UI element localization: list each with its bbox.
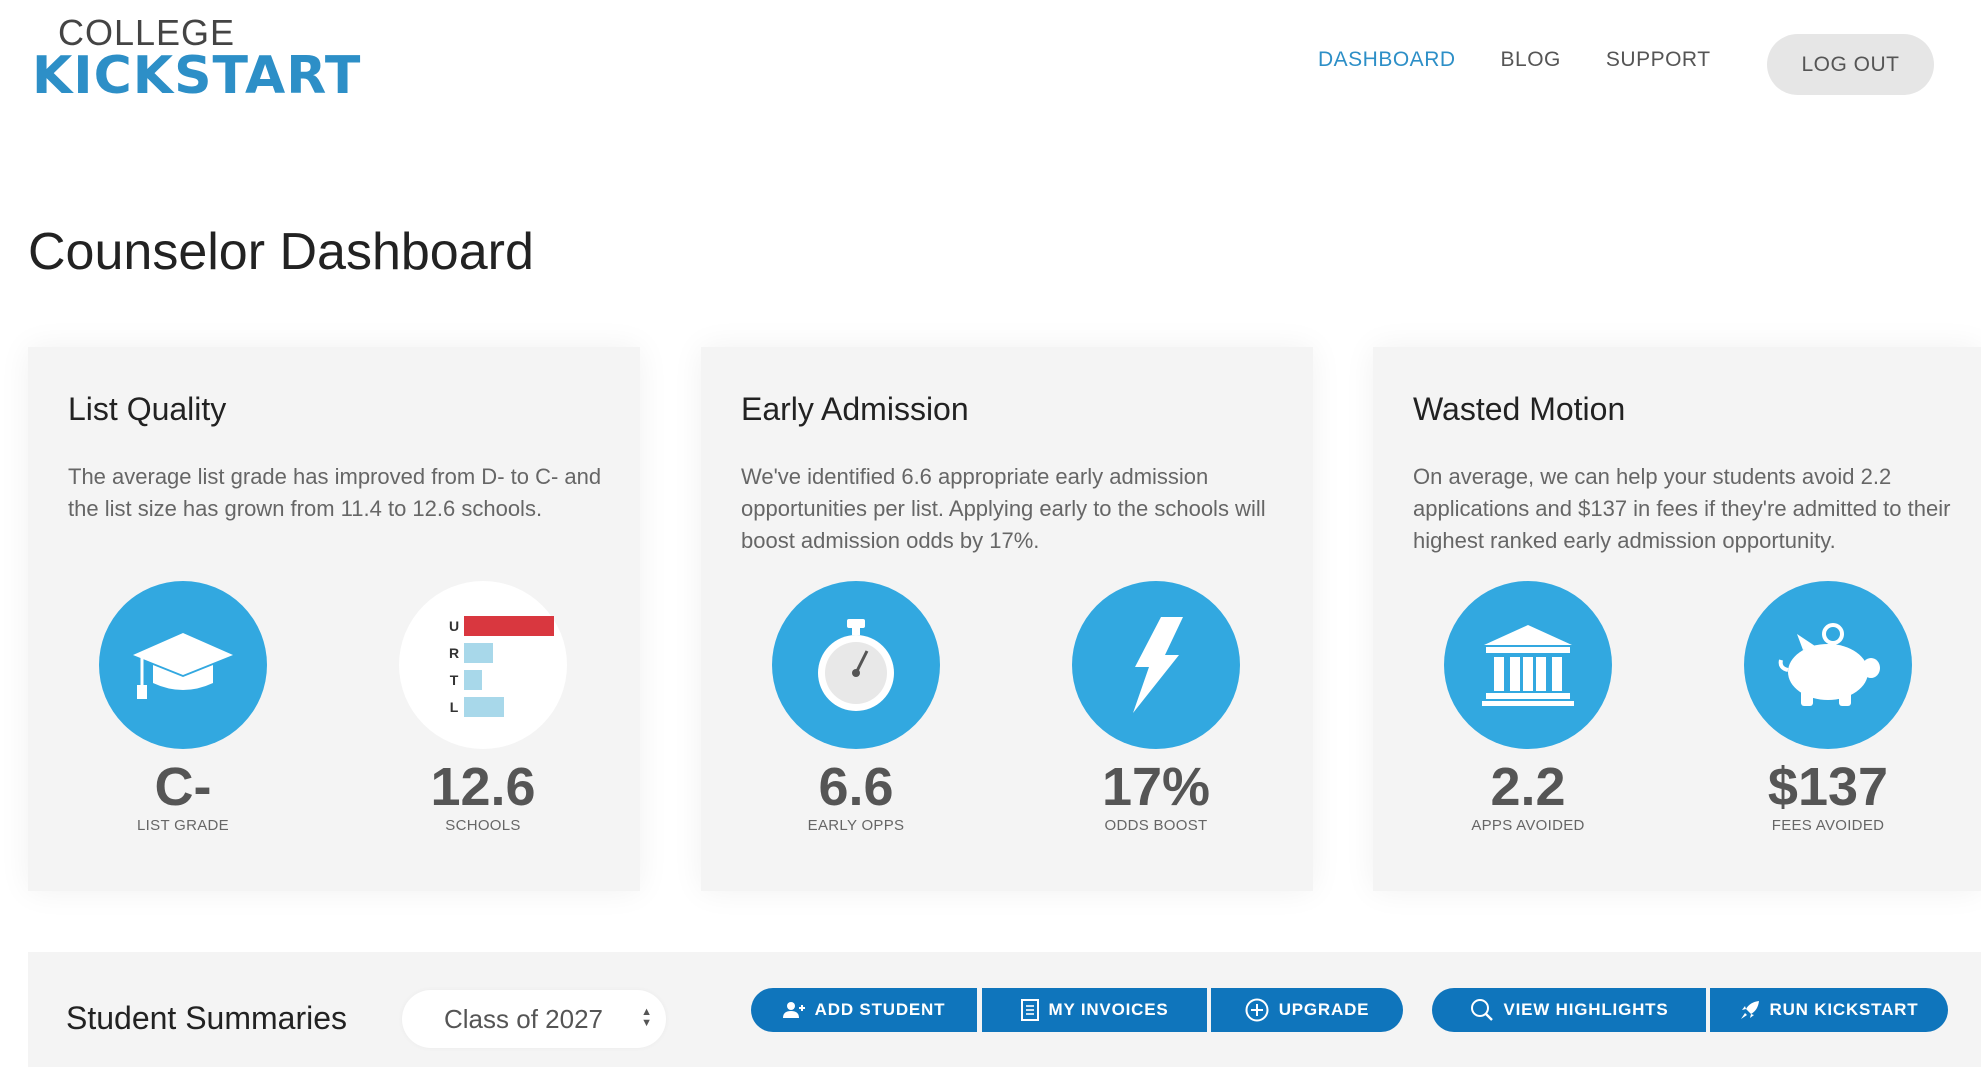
card-description: We've identified 6.6 appropriate early a… xyxy=(741,464,1266,553)
urtl-bar-letter: R xyxy=(448,645,460,661)
metric-label: ODDS BOOST xyxy=(1104,817,1208,834)
metric-label: FEES AVOIDED xyxy=(1771,817,1885,834)
add-user-icon xyxy=(782,1001,805,1019)
urtl-bar xyxy=(464,643,493,663)
metric-label: SCHOOLS xyxy=(445,817,521,834)
graduation-cap-icon xyxy=(99,581,267,749)
card-title: Early Admission xyxy=(741,391,969,427)
card-description: On average, we can help your students av… xyxy=(1413,464,1951,553)
urtl-bar-letter: L xyxy=(449,699,459,715)
urtl-bar-row: U xyxy=(444,615,554,637)
add-student-label: ADD STUDENT xyxy=(814,1000,946,1019)
add-student-button[interactable]: ADD STUDENT xyxy=(751,988,977,1032)
wasted-motion-card: Wasted Motion On average, we can help yo… xyxy=(1373,347,1981,891)
metric-value: 12.6 xyxy=(430,757,536,817)
early-admission-card: Early Admission We've identified 6.6 app… xyxy=(701,347,1313,891)
rocket-icon xyxy=(1740,1000,1760,1020)
run-kickstart-label: RUN KICKSTART xyxy=(1769,1000,1919,1019)
main-nav: DASHBOARD BLOG SUPPORT xyxy=(1318,48,1756,72)
lightning-bolt-icon xyxy=(1072,581,1240,749)
document-icon xyxy=(1020,999,1039,1021)
class-select-value: Class of 2027 xyxy=(444,1003,603,1034)
urtl-bar-chart-icon: URTL xyxy=(399,581,567,749)
card-description: The average list grade has improved from… xyxy=(68,464,602,521)
urtl-bar-letter: U xyxy=(448,618,460,634)
card-title: List Quality xyxy=(68,391,227,427)
metric-label: EARLY OPPS xyxy=(807,817,905,834)
urtl-bar xyxy=(464,616,554,636)
metric-label: LIST GRADE xyxy=(137,817,229,834)
metric-list-grade: C- LIST GRADE xyxy=(99,581,267,834)
select-arrows-icon: ▲ ▼ xyxy=(641,1006,652,1029)
metric-value: 2.2 xyxy=(1490,757,1566,817)
my-invoices-label: MY INVOICES xyxy=(1048,1000,1169,1019)
run-kickstart-button[interactable]: RUN KICKSTART xyxy=(1710,988,1948,1032)
site-header: COLLEGE KICKSTART DASHBOARD BLOG SUPPORT… xyxy=(0,0,1981,130)
stopwatch-icon xyxy=(772,581,940,749)
logout-button[interactable]: LOG OUT xyxy=(1767,34,1934,95)
metric-odds-boost: 17% ODDS BOOST xyxy=(1072,581,1240,834)
my-invoices-button[interactable]: MY INVOICES xyxy=(982,988,1207,1032)
upgrade-label: UPGRADE xyxy=(1278,1000,1370,1019)
college-kickstart-logo[interactable]: COLLEGE KICKSTART xyxy=(32,12,360,112)
urtl-bar-row: T xyxy=(444,669,482,691)
logo-line-kickstart: KICKSTART xyxy=(32,46,362,106)
nav-dashboard[interactable]: DASHBOARD xyxy=(1318,48,1456,72)
metric-apps-avoided: 2.2 APPS AVOIDED xyxy=(1444,581,1612,834)
piggy-bank-icon xyxy=(1744,581,1912,749)
metric-early-opps: 6.6 EARLY OPPS xyxy=(772,581,940,834)
metric-schools: URTL 12.6 SCHOOLS xyxy=(399,581,567,834)
metric-fees-avoided: $137 FEES AVOIDED xyxy=(1744,581,1912,834)
metric-value: 17% xyxy=(1101,757,1211,817)
metric-value: 6.6 xyxy=(818,757,894,817)
card-title: Wasted Motion xyxy=(1413,391,1626,427)
urtl-bar xyxy=(464,697,504,717)
plus-circle-icon xyxy=(1245,998,1269,1022)
view-highlights-button[interactable]: VIEW HIGHLIGHTS xyxy=(1432,988,1706,1032)
view-highlights-label: VIEW HIGHLIGHTS xyxy=(1503,1000,1669,1019)
bank-building-icon xyxy=(1444,581,1612,749)
metric-value: C- xyxy=(154,757,212,817)
urtl-bar-row: R xyxy=(444,642,493,664)
urtl-bar-letter: T xyxy=(449,672,459,688)
metric-value: $137 xyxy=(1767,757,1889,817)
nav-blog[interactable]: BLOG xyxy=(1501,48,1561,72)
class-year-select[interactable]: Class of 2027 ▲ ▼ xyxy=(402,990,666,1048)
metric-label: APPS AVOIDED xyxy=(1471,817,1585,834)
search-icon xyxy=(1470,998,1494,1022)
list-quality-card: List Quality The average list grade has … xyxy=(28,347,640,891)
urtl-bar-row: L xyxy=(444,696,504,718)
student-summaries-title: Student Summaries xyxy=(66,1000,348,1036)
urtl-bar xyxy=(464,670,482,690)
nav-support[interactable]: SUPPORT xyxy=(1606,48,1711,72)
page-title: Counselor Dashboard xyxy=(28,223,534,281)
upgrade-button[interactable]: UPGRADE xyxy=(1211,988,1403,1032)
